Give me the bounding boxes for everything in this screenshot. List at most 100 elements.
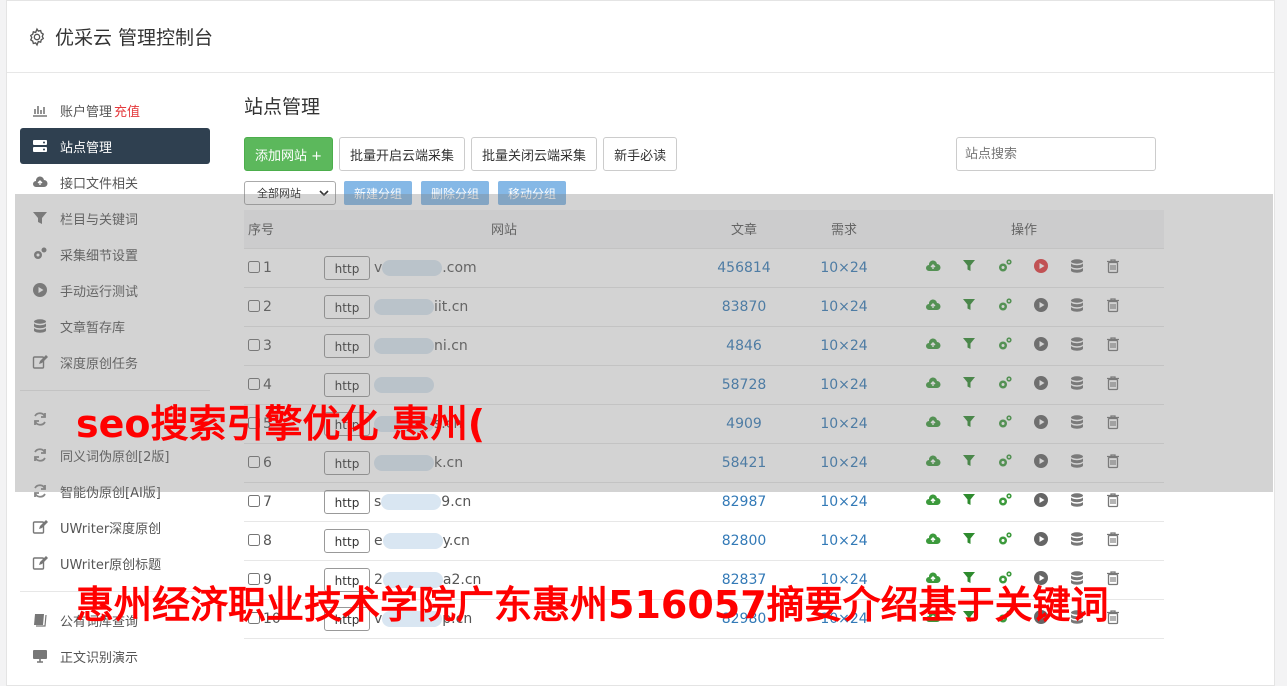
recharge-link[interactable]: 充值 [114,101,140,120]
gears-icon[interactable] [997,453,1015,471]
sidebar-item-article-store[interactable]: 文章暂存库 [20,308,210,344]
play-circle-icon[interactable] [1033,414,1051,432]
protocol-badge[interactable]: http [324,450,370,475]
cloud-upload-icon[interactable] [925,609,943,627]
trash-icon[interactable] [1105,453,1123,471]
articles-link[interactable]: 58421 [684,442,804,482]
play-circle-icon[interactable] [1033,453,1051,471]
add-site-button[interactable]: 添加网站 + [244,137,334,171]
play-circle-icon[interactable] [1033,258,1051,276]
sidebar-item-sites[interactable]: 站点管理 [20,128,210,164]
gears-icon[interactable] [997,492,1015,510]
filter-icon[interactable] [961,609,979,627]
articles-link[interactable]: 82987 [684,481,804,521]
new-group-button[interactable]: 新建分组 [344,181,413,205]
protocol-badge[interactable]: http [324,372,370,397]
trash-icon[interactable] [1105,609,1123,627]
trash-icon[interactable] [1105,492,1123,510]
gears-icon[interactable] [997,375,1015,393]
group-select[interactable]: 全部网站 [244,181,336,205]
protocol-badge[interactable]: http [324,489,370,514]
cloud-upload-icon[interactable] [925,492,943,510]
sidebar-item-synonym-v2[interactable]: 同义词伪原创[2版] [20,437,210,473]
row-checkbox[interactable] [248,299,260,312]
sidebar-item-columns-keywords[interactable]: 栏目与关键词 [20,200,210,236]
batch-close-cloud-button[interactable]: 批量关闭云端采集 [471,137,598,171]
cloud-upload-icon[interactable] [925,570,943,588]
database-icon[interactable] [1069,414,1087,432]
gears-icon[interactable] [997,531,1015,549]
protocol-badge[interactable]: http [324,255,370,280]
trash-icon[interactable] [1105,297,1123,315]
articles-link[interactable]: 82800 [684,520,804,560]
database-icon[interactable] [1069,453,1087,471]
row-checkbox[interactable] [248,494,260,507]
sidebar-item-public-lexicon[interactable]: 公有词库查询 [20,602,210,638]
filter-icon[interactable] [961,297,979,315]
sidebar-item-synonym-v1[interactable] [20,401,210,437]
play-circle-icon[interactable] [1033,375,1051,393]
database-icon[interactable] [1069,297,1087,315]
delete-group-button[interactable]: 删除分组 [421,181,490,205]
cloud-upload-icon[interactable] [925,258,943,276]
database-icon[interactable] [1069,375,1087,393]
filter-icon[interactable] [961,414,979,432]
gears-icon[interactable] [997,414,1015,432]
gears-icon[interactable] [997,297,1015,315]
demand-link[interactable]: 10×24 [804,481,884,521]
sidebar-item-uwriter-title[interactable]: UWriter原创标题 [20,545,210,581]
sidebar-item-text-recognition[interactable]: 正文识别演示 [20,638,210,674]
protocol-badge[interactable]: http [324,333,370,358]
filter-icon[interactable] [961,453,979,471]
trash-icon[interactable] [1105,570,1123,588]
database-icon[interactable] [1069,336,1087,354]
gears-icon[interactable] [997,570,1015,588]
protocol-badge[interactable]: http [324,294,370,319]
database-icon[interactable] [1069,609,1087,627]
protocol-badge[interactable]: http [324,411,370,436]
cloud-upload-icon[interactable] [925,453,943,471]
protocol-badge[interactable]: http [324,606,370,631]
row-checkbox[interactable] [248,572,260,585]
database-icon[interactable] [1069,531,1087,549]
sidebar-item-account[interactable]: 账户管理 充值 [20,92,210,128]
articles-link[interactable]: 82837 [684,559,804,599]
database-icon[interactable] [1069,258,1087,276]
protocol-badge[interactable]: http [324,528,370,553]
gears-icon[interactable] [997,609,1015,627]
demand-link[interactable]: 10×24 [804,598,884,639]
demand-link[interactable]: 10×24 [804,364,884,404]
cloud-upload-icon[interactable] [925,375,943,393]
gears-icon[interactable] [997,258,1015,276]
play-circle-icon[interactable] [1033,492,1051,510]
trash-icon[interactable] [1105,336,1123,354]
play-circle-icon[interactable] [1033,297,1051,315]
demand-link[interactable]: 10×24 [804,247,884,287]
batch-open-cloud-button[interactable]: 批量开启云端采集 [339,137,466,171]
filter-icon[interactable] [961,531,979,549]
row-checkbox[interactable] [248,611,260,624]
beginner-guide-button[interactable]: 新手必读 [603,137,678,171]
cloud-upload-icon[interactable] [925,531,943,549]
play-circle-icon[interactable] [1033,570,1051,588]
articles-link[interactable]: 456814 [684,247,804,287]
trash-icon[interactable] [1105,375,1123,393]
sidebar-item-ai-rewrite[interactable]: 智能伪原创[AI版] [20,473,210,509]
demand-link[interactable]: 10×24 [804,286,884,326]
filter-icon[interactable] [961,336,979,354]
play-circle-icon[interactable] [1033,531,1051,549]
row-checkbox[interactable] [248,338,260,351]
database-icon[interactable] [1069,570,1087,588]
play-circle-icon[interactable] [1033,609,1051,627]
sidebar-item-uwriter-deep[interactable]: UWriter深度原创 [20,509,210,545]
database-icon[interactable] [1069,492,1087,510]
row-checkbox[interactable] [248,416,260,429]
gears-icon[interactable] [997,336,1015,354]
cloud-upload-icon[interactable] [925,336,943,354]
cloud-upload-icon[interactable] [925,297,943,315]
trash-icon[interactable] [1105,258,1123,276]
sidebar-item-deep-original[interactable]: 深度原创任务 [20,344,210,380]
row-checkbox[interactable] [248,377,260,390]
demand-link[interactable]: 10×24 [804,403,884,443]
filter-icon[interactable] [961,492,979,510]
